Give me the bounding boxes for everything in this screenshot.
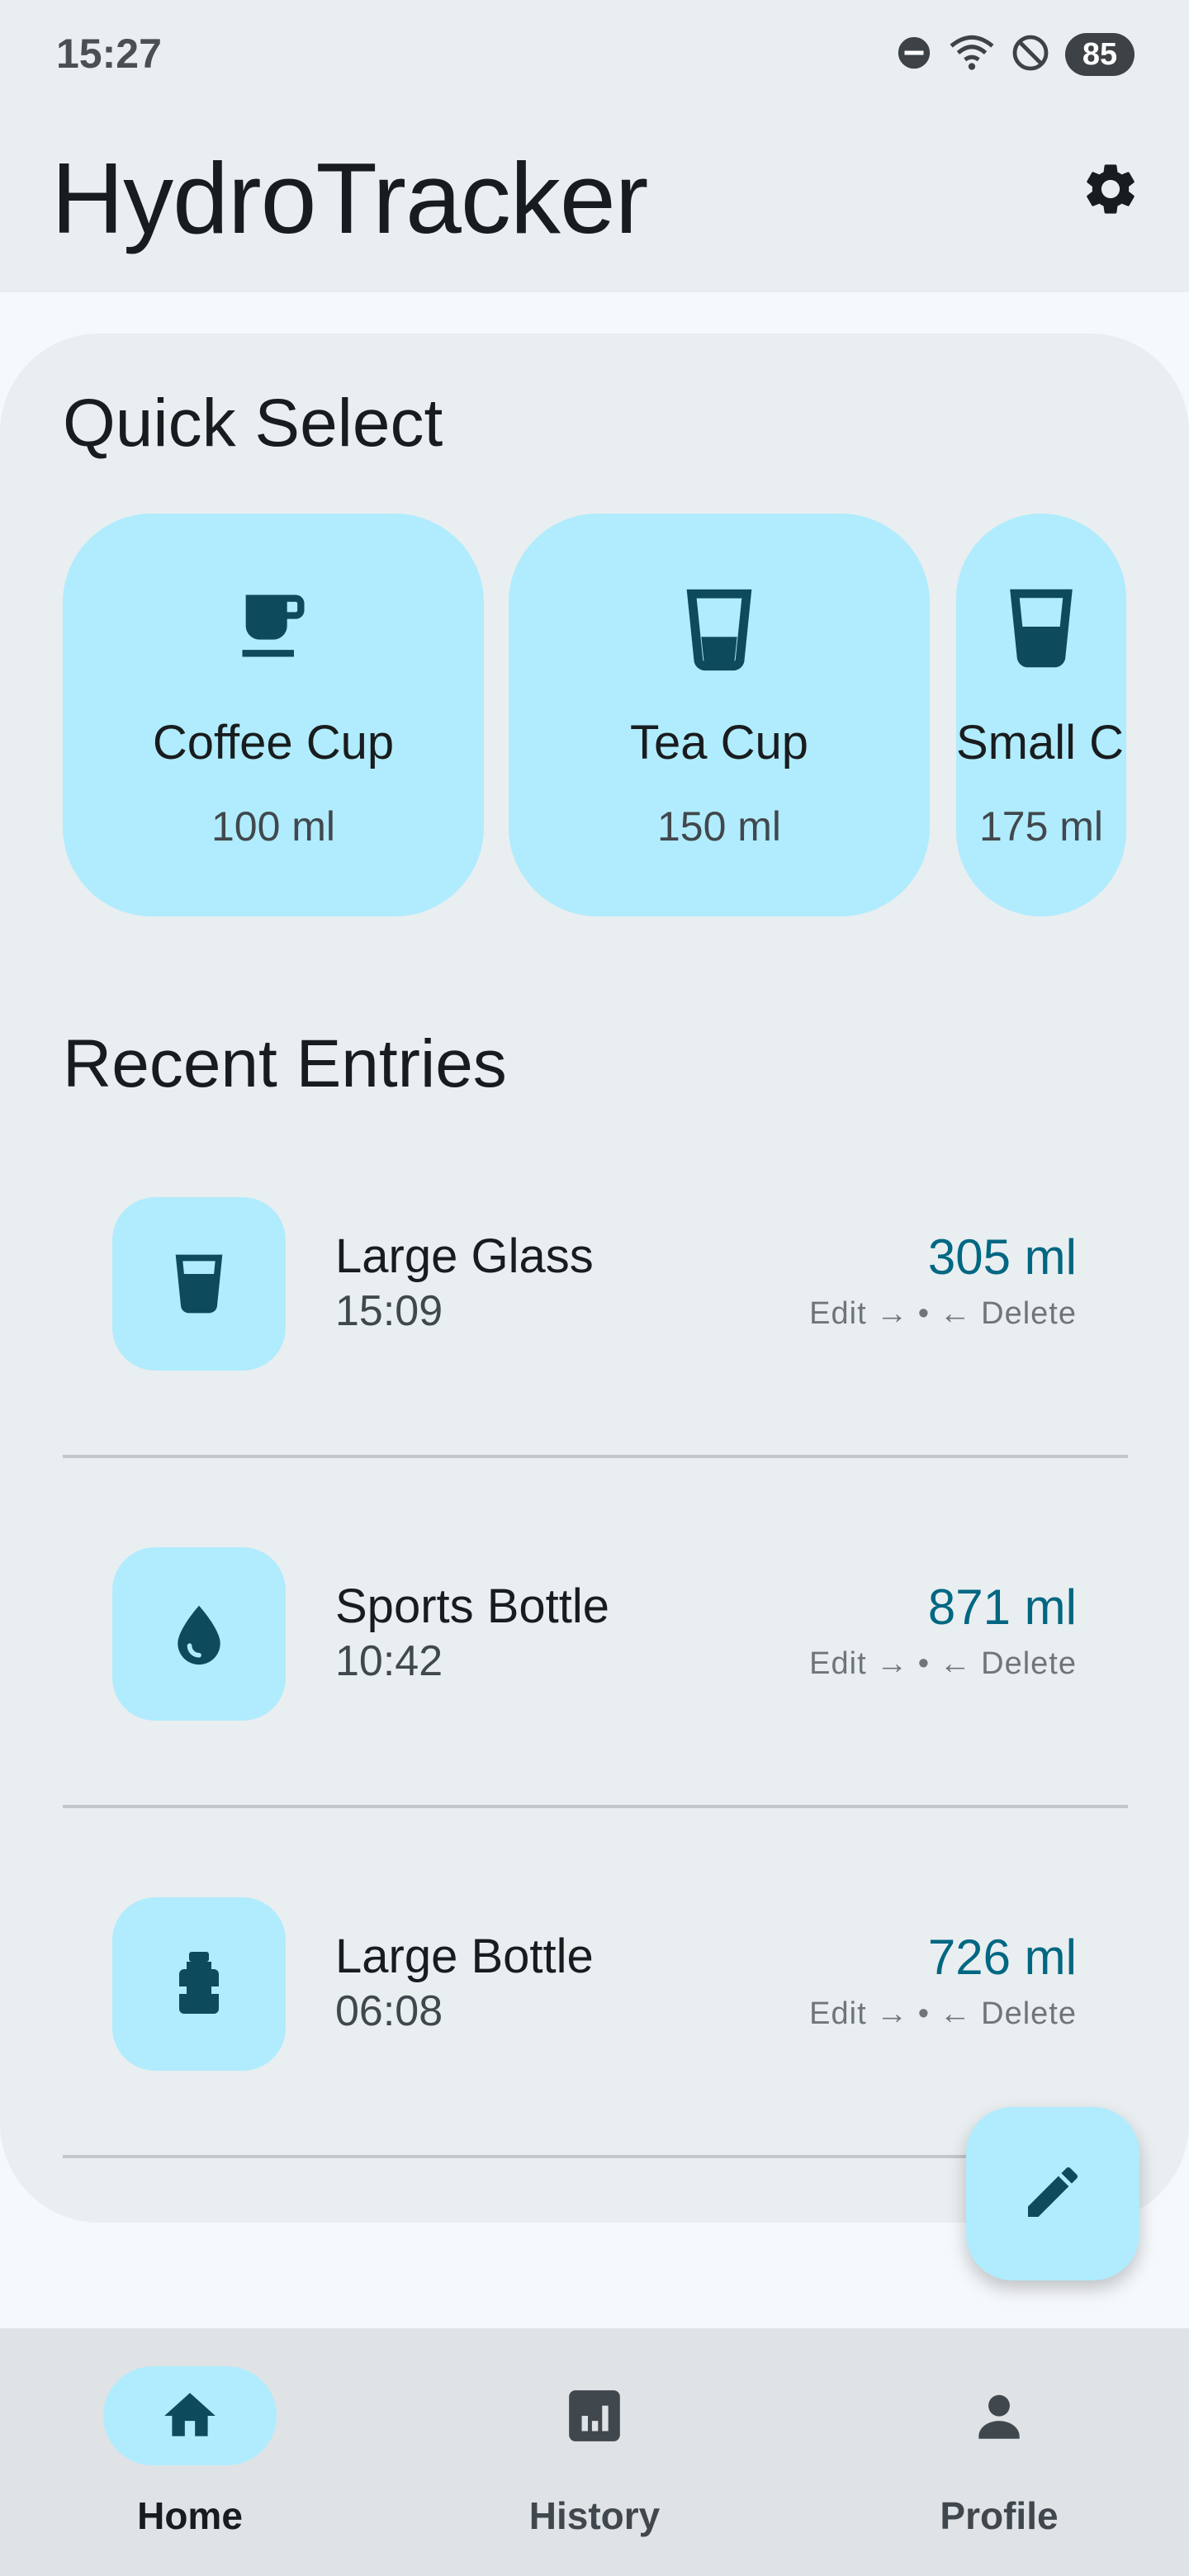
- wifi-icon: [948, 32, 996, 78]
- entry-time: 06:08: [335, 1987, 443, 2035]
- bottom-navigation: Home History Profile: [0, 2328, 1189, 2576]
- quick-select-volume: 150 ml: [656, 803, 782, 850]
- water-drop-icon: [112, 1547, 286, 1721]
- quick-select-title: Quick Select: [63, 386, 443, 461]
- recent-entry[interactable]: Large Bottle 06:08 726 ml Edit → • ← Del…: [63, 1808, 1128, 2158]
- quick-select-volume: 175 ml: [978, 803, 1104, 850]
- settings-button[interactable]: [1073, 154, 1148, 228]
- recent-entry[interactable]: Sports Bottle 10:42 871 ml Edit → • ← De…: [63, 1458, 1128, 1808]
- nav-home[interactable]: Home: [0, 2328, 388, 2576]
- nav-history[interactable]: History: [396, 2328, 793, 2576]
- quick-select-coffee-cup[interactable]: Coffee Cup 100 ml: [63, 514, 484, 916]
- entry-swipe-hint: Edit → • ← Delete: [809, 1296, 1077, 1331]
- coffee-cup-icon: [63, 585, 484, 667]
- entry-name: Large Bottle: [335, 1930, 594, 1983]
- person-icon: [912, 2366, 1086, 2465]
- app-bar: HydroTracker: [0, 116, 1189, 292]
- nav-label: Profile: [940, 2494, 1059, 2537]
- nav-label: Home: [137, 2494, 243, 2537]
- entry-swipe-hint: Edit → • ← Delete: [809, 1996, 1077, 2031]
- quick-select-volume: 100 ml: [211, 803, 336, 850]
- entry-time: 15:09: [335, 1287, 443, 1335]
- quick-select-name: Tea Cup: [629, 716, 809, 769]
- entry-volume: 871 ml: [927, 1579, 1077, 1635]
- entry-volume: 726 ml: [927, 1930, 1077, 1985]
- app-title: HydroTracker: [51, 142, 648, 254]
- nav-profile[interactable]: Profile: [801, 2328, 1189, 2576]
- quick-select-row[interactable]: Coffee Cup 100 ml Tea Cup 150 ml Small C…: [0, 514, 1133, 918]
- blocked-icon: [1011, 33, 1050, 77]
- glass-icon: [509, 585, 930, 675]
- recent-entry[interactable]: Large Glass 15:09 305 ml Edit → • ← Dele…: [63, 1108, 1128, 1458]
- entry-volume: 305 ml: [927, 1229, 1077, 1285]
- pencil-icon: [1020, 2159, 1086, 2229]
- status-icons: 85: [895, 31, 1135, 78]
- entry-swipe-hint: Edit → • ← Delete: [809, 1646, 1077, 1681]
- glass-full-icon: [112, 1197, 286, 1371]
- entry-time: 10:42: [335, 1637, 443, 1685]
- home-icon: [103, 2366, 277, 2465]
- edit-fab-button[interactable]: [966, 2107, 1139, 2280]
- recent-entries-title: Recent Entries: [63, 1026, 507, 1101]
- do-not-disturb-icon: [895, 34, 933, 76]
- status-time: 15:27: [56, 31, 162, 77]
- nav-label: History: [528, 2494, 661, 2537]
- bottle-icon: [112, 1897, 286, 2071]
- entry-name: Sports Bottle: [335, 1579, 610, 1633]
- quick-select-tea-cup[interactable]: Tea Cup 150 ml: [509, 514, 930, 916]
- quick-select-name: Coffee Cup: [152, 716, 395, 769]
- entry-name: Large Glass: [335, 1229, 594, 1283]
- battery-icon: 85: [1065, 33, 1135, 76]
- glass-half-icon: [956, 585, 1126, 672]
- status-bar: 15:27 85: [0, 0, 1189, 116]
- quick-select-name: Small Cup: [956, 716, 1126, 769]
- gear-icon: [1080, 159, 1141, 224]
- quick-select-small-cup[interactable]: Small Cup 175 ml: [956, 514, 1126, 916]
- bar-chart-icon: [508, 2366, 681, 2465]
